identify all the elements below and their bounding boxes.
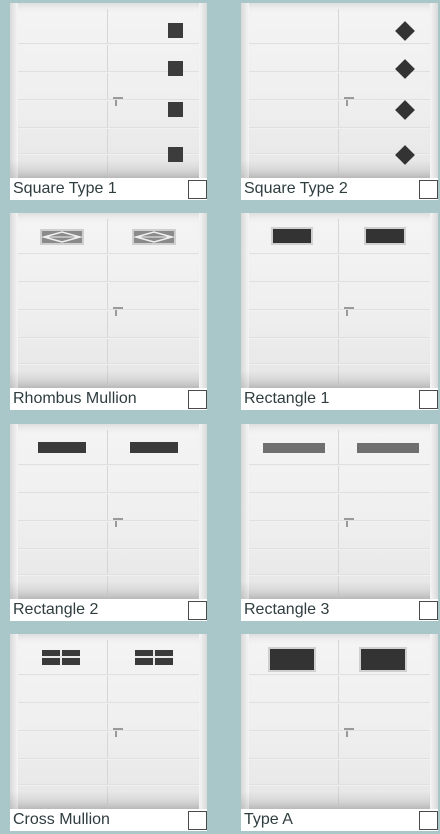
door-handle-icon bbox=[344, 307, 356, 317]
option-label: Rectangle 3 bbox=[244, 601, 330, 618]
door-handle-icon bbox=[113, 518, 125, 528]
option-card-rectangle-1[interactable]: Rectangle 1 bbox=[241, 213, 438, 413]
door-preview-image bbox=[10, 3, 207, 178]
option-label: Square Type 2 bbox=[244, 180, 348, 197]
option-label-row: Square Type 1 bbox=[10, 178, 207, 200]
option-card-square-type-2[interactable]: Square Type 2 bbox=[241, 3, 438, 203]
option-label-row: Rectangle 1 bbox=[241, 388, 438, 410]
option-checkbox[interactable] bbox=[419, 390, 438, 409]
door-handle-icon bbox=[113, 728, 125, 738]
door-handle-icon bbox=[113, 307, 125, 317]
door-handle-icon bbox=[344, 97, 356, 107]
option-checkbox[interactable] bbox=[188, 180, 207, 199]
option-label: Rectangle 1 bbox=[244, 390, 330, 407]
option-label-row: Rectangle 2 bbox=[10, 599, 207, 621]
option-label-row: Type A bbox=[241, 809, 438, 831]
door-preview-image bbox=[10, 213, 207, 388]
option-card-rhombus-mullion[interactable]: Rhombus Mullion bbox=[10, 213, 207, 413]
rhombus-mullion-window bbox=[40, 229, 84, 245]
option-card-rectangle-3[interactable]: Rectangle 3 bbox=[241, 424, 438, 624]
option-checkbox[interactable] bbox=[188, 601, 207, 620]
rhombus-mullion-window bbox=[132, 229, 176, 245]
door-preview-image bbox=[241, 634, 438, 809]
option-checkbox[interactable] bbox=[188, 811, 207, 830]
option-checkbox[interactable] bbox=[419, 601, 438, 620]
diamond-window bbox=[395, 59, 415, 79]
rectangle-window bbox=[271, 227, 313, 245]
option-label-row: Rectangle 3 bbox=[241, 599, 438, 621]
option-label: Rectangle 2 bbox=[13, 601, 99, 618]
option-label-row: Square Type 2 bbox=[241, 178, 438, 200]
option-card-square-type-1[interactable]: Square Type 1 bbox=[10, 3, 207, 203]
cross-mullion-window bbox=[42, 650, 80, 665]
door-preview-image bbox=[241, 424, 438, 599]
window-options-grid: Square Type 1 Square Type 2 Rhombus Mull… bbox=[0, 0, 440, 832]
square-window bbox=[168, 102, 183, 117]
option-label: Type A bbox=[244, 811, 293, 828]
door-handle-icon bbox=[344, 728, 356, 738]
option-label-row: Cross Mullion bbox=[10, 809, 207, 831]
diamond-window bbox=[395, 21, 415, 41]
square-window bbox=[168, 61, 183, 76]
type-a-window bbox=[268, 647, 316, 672]
rectangle-window bbox=[357, 443, 419, 453]
option-checkbox[interactable] bbox=[419, 180, 438, 199]
type-a-window bbox=[359, 647, 407, 672]
option-card-type-a[interactable]: Type A bbox=[241, 634, 438, 834]
door-preview-image bbox=[241, 3, 438, 178]
option-checkbox[interactable] bbox=[188, 390, 207, 409]
square-window bbox=[168, 23, 183, 38]
door-handle-icon bbox=[113, 97, 125, 107]
option-label: Cross Mullion bbox=[13, 811, 110, 828]
rectangle-window bbox=[38, 442, 86, 453]
option-label: Rhombus Mullion bbox=[13, 390, 137, 407]
cross-mullion-window bbox=[135, 650, 173, 665]
option-card-rectangle-2[interactable]: Rectangle 2 bbox=[10, 424, 207, 624]
door-handle-icon bbox=[344, 518, 356, 528]
rectangle-window bbox=[263, 443, 325, 453]
rectangle-window bbox=[364, 227, 406, 245]
rectangle-window bbox=[130, 442, 178, 453]
door-preview-image bbox=[10, 424, 207, 599]
option-label: Square Type 1 bbox=[13, 180, 117, 197]
option-label-row: Rhombus Mullion bbox=[10, 388, 207, 410]
option-checkbox[interactable] bbox=[419, 811, 438, 830]
option-card-cross-mullion[interactable]: Cross Mullion bbox=[10, 634, 207, 834]
diamond-window bbox=[395, 100, 415, 120]
door-preview-image bbox=[10, 634, 207, 809]
door-preview-image bbox=[241, 213, 438, 388]
